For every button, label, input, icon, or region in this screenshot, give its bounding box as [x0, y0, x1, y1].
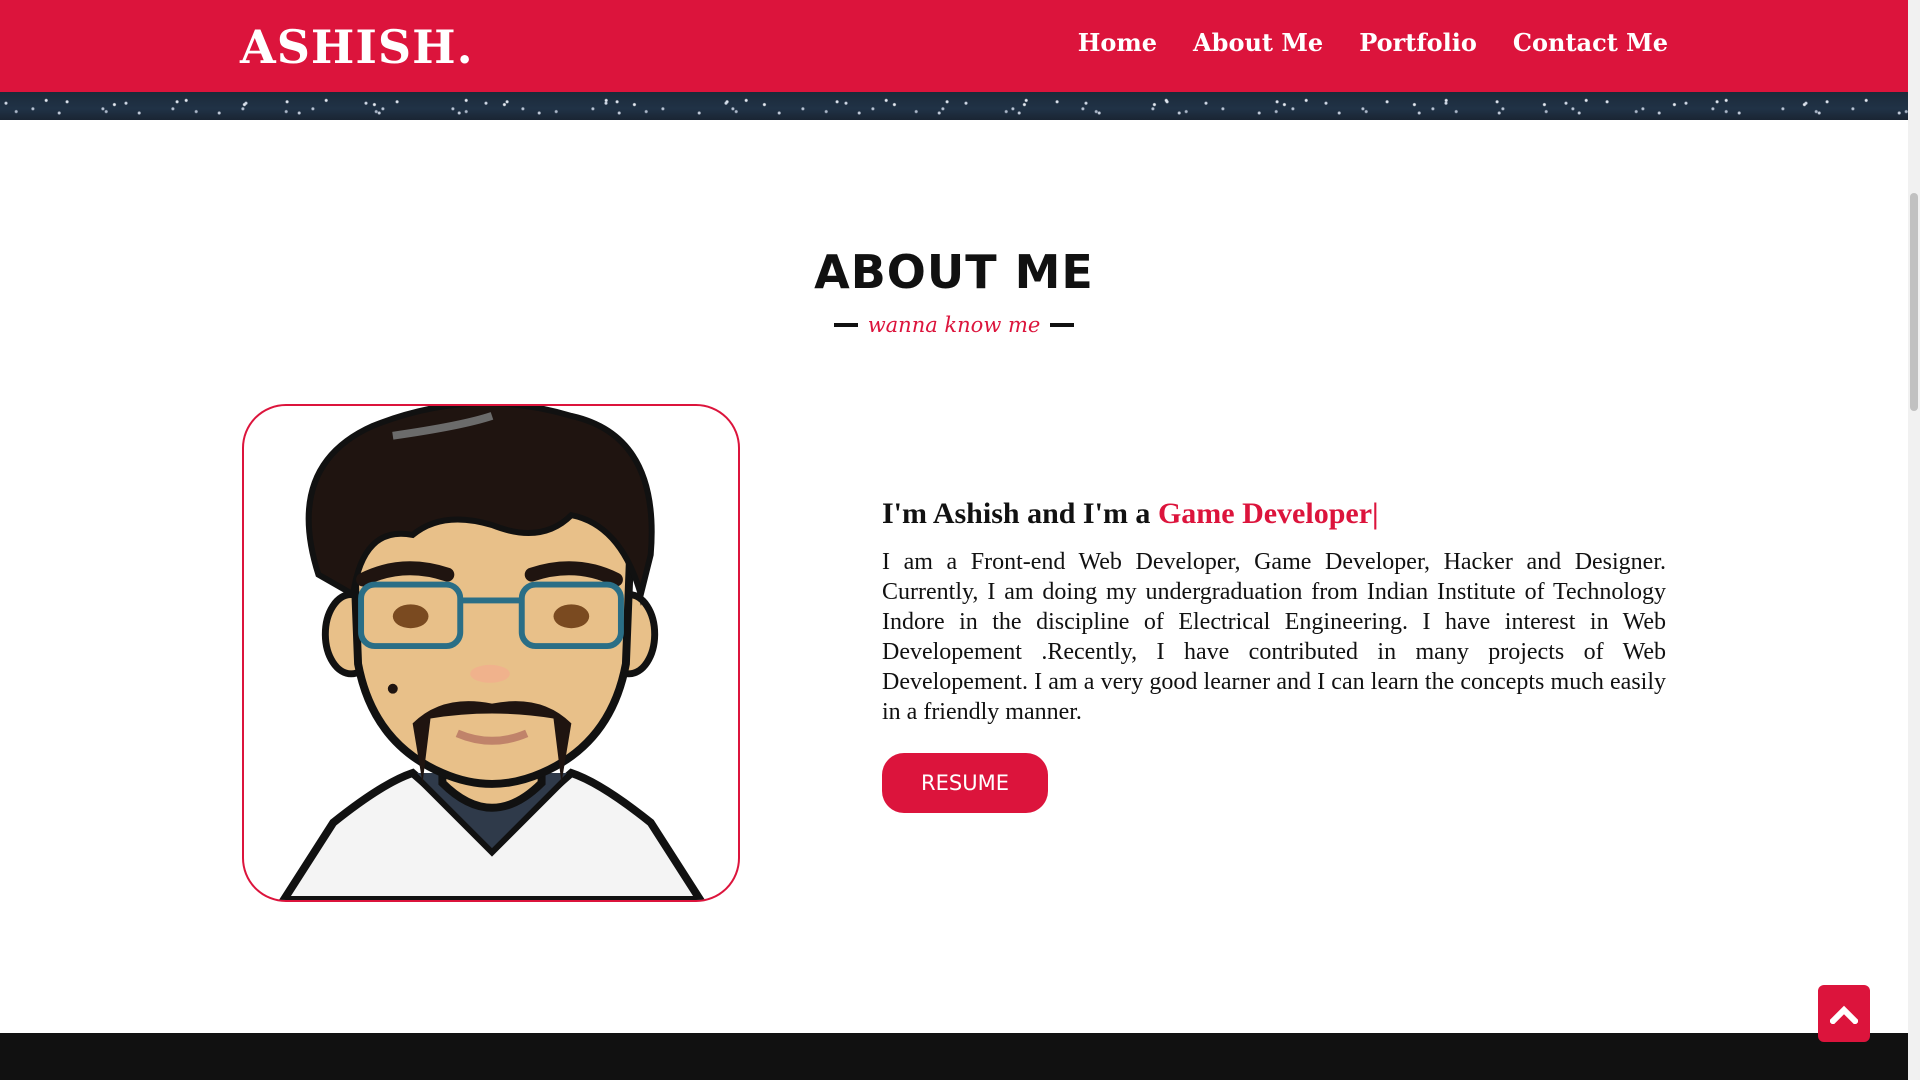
nav-link-contact-me[interactable]: Contact Me: [1513, 28, 1668, 57]
navbar: ASHISH. Home About Me Portfolio Contact …: [0, 0, 1908, 92]
chevron-up-icon: [1830, 1005, 1858, 1024]
subtitle-text: wanna know me: [867, 313, 1041, 337]
about-description: I am a Front-end Web Developer, Game Dev…: [882, 549, 1666, 725]
avatar-image: [242, 404, 740, 902]
resume-button[interactable]: RESUME: [882, 753, 1048, 813]
section-subtitle: wanna know me: [0, 313, 1908, 337]
back-to-top-button[interactable]: [1818, 985, 1870, 1042]
hero-background-strip: [0, 92, 1908, 120]
intro-heading: I'm Ashish and I'm a Game Developer|: [882, 497, 1379, 531]
section-title: ABOUT ME: [814, 245, 1094, 299]
cartoon-avatar-illustration: [278, 406, 706, 900]
intro-role-typed: Game Developer|: [1157, 497, 1379, 530]
footer-strip: [0, 1033, 1908, 1080]
nav-link-home[interactable]: Home: [1078, 28, 1157, 57]
scrollbar-thumb[interactable]: [1910, 193, 1918, 411]
nav-link-about-me[interactable]: About Me: [1193, 28, 1323, 57]
subtitle-dash-left: [833, 323, 858, 327]
nav-links: Home About Me Portfolio Contact Me: [1078, 28, 1668, 57]
scrollbar[interactable]: [1908, 0, 1920, 1080]
nav-link-portfolio[interactable]: Portfolio: [1359, 28, 1477, 57]
site-logo[interactable]: ASHISH.: [240, 20, 474, 74]
intro-prefix: I'm Ashish and I'm a: [882, 497, 1158, 530]
subtitle-dash-right: [1050, 323, 1075, 327]
